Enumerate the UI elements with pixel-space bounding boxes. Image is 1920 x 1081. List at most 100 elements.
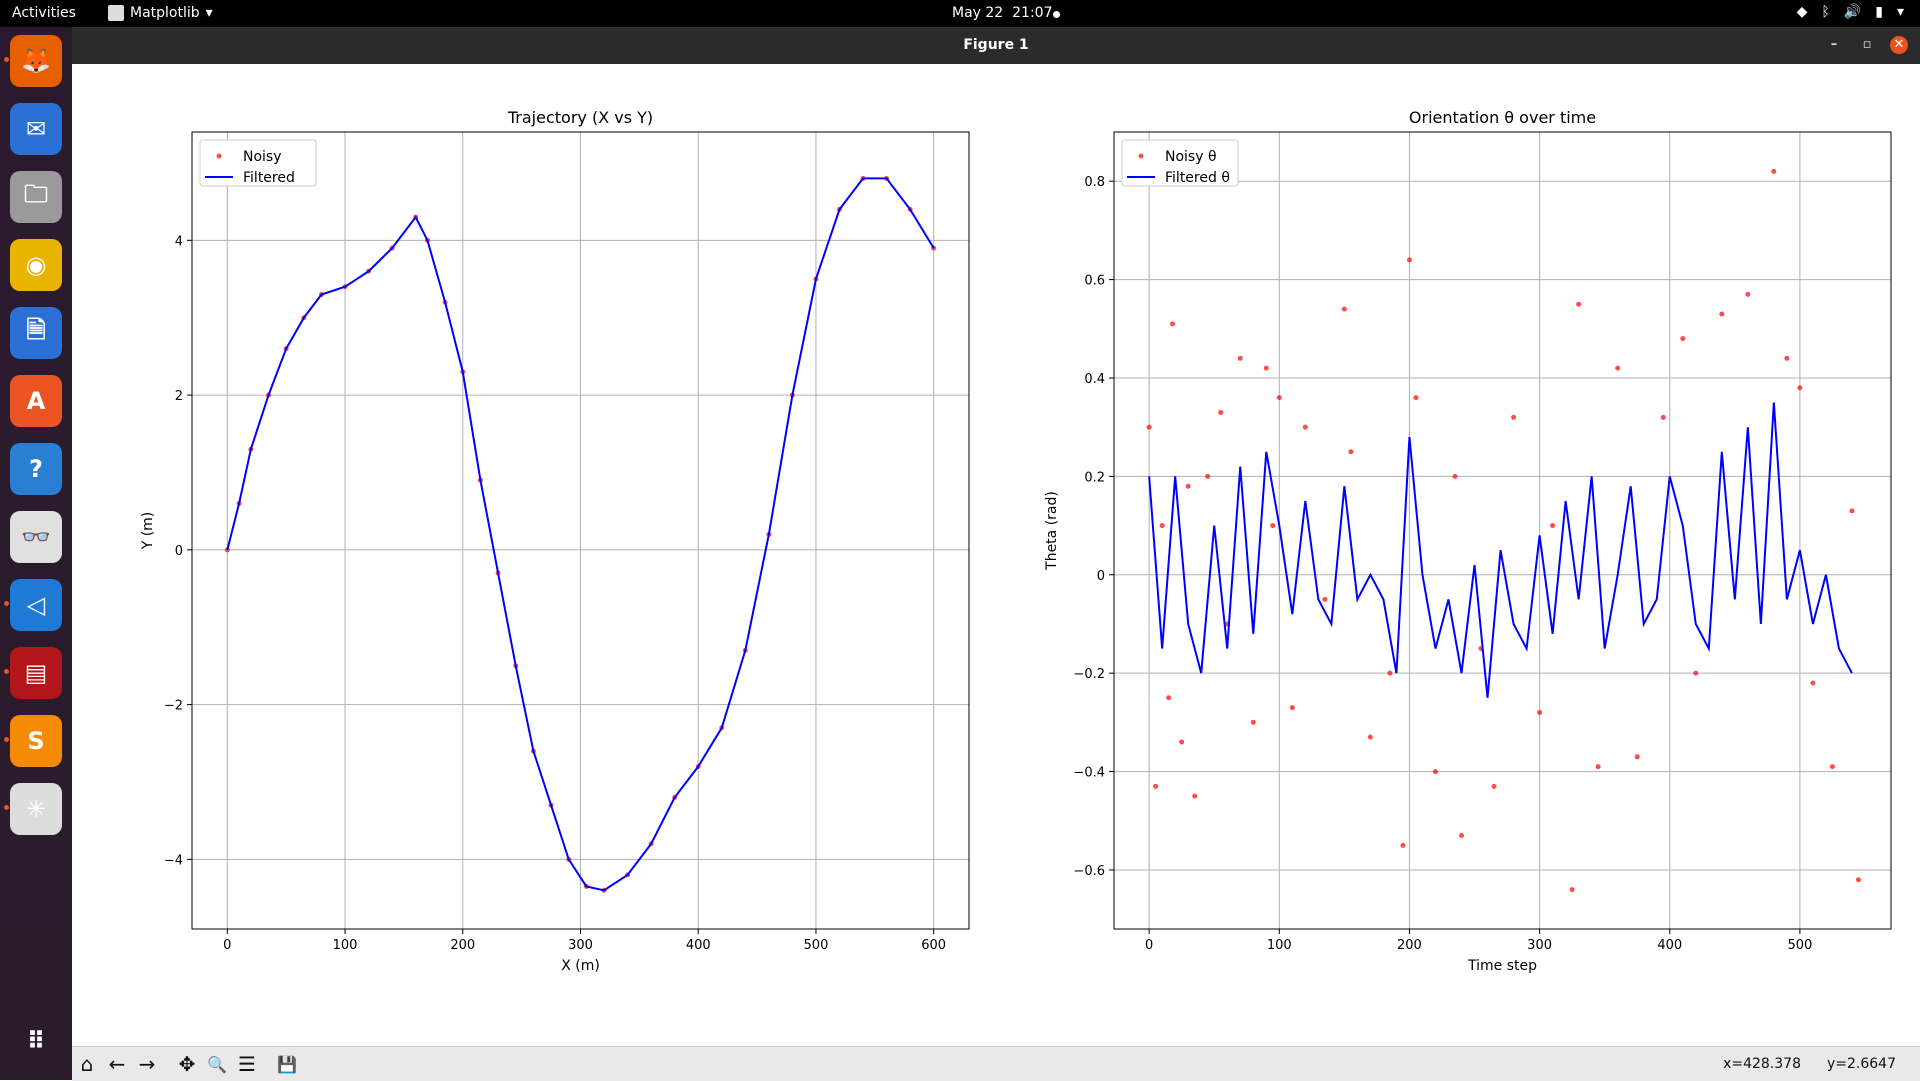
dock-rhythmbox-icon[interactable]: ◉ xyxy=(10,239,62,291)
data-point xyxy=(1660,414,1666,420)
bluetooth-icon: ᛒ xyxy=(1821,4,1830,20)
y-tick-label: −4 xyxy=(164,853,183,868)
running-indicator xyxy=(4,601,9,606)
data-point xyxy=(1550,523,1556,529)
data-point xyxy=(1595,764,1601,770)
system-tray[interactable]: ◆ ᛒ 🔊 ▮ ▾ xyxy=(1797,4,1904,20)
notification-dot-icon xyxy=(1053,11,1060,18)
y-tick-label: −0.4 xyxy=(1073,766,1105,781)
data-point xyxy=(1348,449,1354,455)
y-tick-label: 0.8 xyxy=(1084,175,1105,190)
data-point xyxy=(1400,842,1406,848)
data-point xyxy=(1146,424,1152,430)
data-point xyxy=(1341,306,1347,312)
dock-vscode-icon[interactable]: ◁ xyxy=(4,579,62,631)
dock-files-icon[interactable]: 🗀 xyxy=(10,171,62,223)
cursor-coordinates: x=428.378 y=2.6647 xyxy=(1697,1056,1896,1072)
y-tick-label: −0.6 xyxy=(1073,864,1105,879)
dock-show-apps-icon[interactable]: ⠿ xyxy=(10,1015,62,1067)
x-axis-label: X (m) xyxy=(561,958,600,974)
data-point xyxy=(1452,473,1458,479)
y-tick-label: −2 xyxy=(164,699,183,714)
zoom-button[interactable]: 🔍 xyxy=(204,1052,230,1076)
data-point xyxy=(1153,783,1159,789)
home-button[interactable]: ⌂ xyxy=(74,1052,100,1076)
x-tick-label: 500 xyxy=(1787,938,1812,953)
minimize-button[interactable]: – xyxy=(1825,36,1843,54)
legend: Noisy θ Filtered θ xyxy=(1121,139,1239,187)
chevron-down-icon: ▾ xyxy=(205,5,213,21)
dock-document-viewer-icon[interactable]: 👓 xyxy=(10,511,62,563)
app-menu[interactable]: Matplotlib ▾ xyxy=(108,5,213,21)
data-point xyxy=(1810,680,1816,686)
save-button[interactable]: 💾 xyxy=(274,1052,300,1076)
dock-writer-icon[interactable]: 🗎 xyxy=(10,307,62,359)
data-point xyxy=(1218,409,1224,415)
x-tick-label: 400 xyxy=(686,938,711,953)
data-point xyxy=(1205,473,1211,479)
dock-terminal-icon[interactable]: ▤ xyxy=(4,647,62,699)
window-titlebar[interactable]: Figure 1 – ▫ ✕ xyxy=(72,27,1920,64)
chart-1: 0 100 200 300 400 500 −0.6 −0.4 −0.2 0 0.2 0.4 0.6 0.… xyxy=(1044,108,1892,974)
navigation-toolbar: ⌂ ← → ✥ 🔍 ☰ 💾 x=428.378 y=2.6647 xyxy=(72,1046,1920,1081)
x-tick-label: 200 xyxy=(450,938,475,953)
activities-button[interactable]: Activities xyxy=(12,5,76,21)
data-point xyxy=(1263,365,1269,371)
clock[interactable]: May 22 21:07 xyxy=(952,5,1052,21)
y-axis-label: Theta (rad) xyxy=(1044,491,1060,571)
data-point xyxy=(1719,311,1725,317)
data-point xyxy=(1237,355,1243,361)
data-point xyxy=(1634,754,1640,760)
data-point xyxy=(1250,719,1256,725)
data-point xyxy=(1459,833,1465,839)
data-point xyxy=(1537,710,1543,716)
window-title: Figure 1 xyxy=(963,37,1029,53)
dock-software-icon[interactable]: A xyxy=(10,375,62,427)
y-tick-label: 0 xyxy=(1097,569,1105,584)
running-indicator xyxy=(4,805,9,810)
clock-date: May 22 xyxy=(952,5,1004,21)
y-tick-label: −0.2 xyxy=(1073,667,1105,682)
data-point xyxy=(1576,301,1582,307)
forward-button[interactable]: → xyxy=(134,1052,160,1076)
dock-help-icon[interactable]: ? xyxy=(10,443,62,495)
top-bar: Activities Matplotlib ▾ May 22 21:07 ◆ ᛒ… xyxy=(0,0,1920,27)
x-tick-label: 0 xyxy=(223,938,231,953)
y-tick-label: 0.2 xyxy=(1084,470,1105,485)
x-tick-label: 400 xyxy=(1657,938,1682,953)
dock: 🦊 ✉ 🗀 ◉ 🗎 A? 👓 ◁ ▤ S ✳ ⠿ xyxy=(0,27,72,1080)
data-point xyxy=(1170,321,1176,327)
back-button[interactable]: ← xyxy=(104,1052,130,1076)
data-point xyxy=(1322,596,1328,602)
data-point xyxy=(1569,887,1575,893)
data-point xyxy=(1302,424,1308,430)
data-point xyxy=(1680,336,1686,342)
x-tick-label: 100 xyxy=(333,938,358,953)
y-tick-label: 4 xyxy=(175,234,183,249)
pan-button[interactable]: ✥ xyxy=(174,1052,200,1076)
x-tick-label: 0 xyxy=(1145,938,1153,953)
data-point xyxy=(1289,705,1295,711)
close-button[interactable]: ✕ xyxy=(1890,36,1908,54)
figure-canvas[interactable]: 0 100 200 300 400 500 600 −4 −2 0 2 4 Trajectory (X … xyxy=(72,64,1920,1046)
x-tick-label: 100 xyxy=(1267,938,1292,953)
dock-matplotlib-icon[interactable]: ✳ xyxy=(4,783,62,835)
data-point xyxy=(1855,877,1861,883)
data-point xyxy=(1192,793,1198,799)
legend: Noisy Filtered xyxy=(199,139,317,187)
series-line xyxy=(1148,402,1853,698)
chart-0: 0 100 200 300 400 500 600 −4 −2 0 2 4 Trajectory (X … xyxy=(140,108,970,974)
data-point xyxy=(1615,365,1621,371)
clock-time: 21:07 xyxy=(1012,5,1053,21)
dock-firefox-icon[interactable]: 🦊 xyxy=(4,35,62,87)
data-point xyxy=(1406,257,1412,263)
configure-subplots-button[interactable]: ☰ xyxy=(234,1052,260,1076)
maximize-button[interactable]: ▫ xyxy=(1858,36,1876,54)
x-readout: x=428.378 xyxy=(1723,1056,1801,1072)
data-point xyxy=(1797,385,1803,391)
data-point xyxy=(1771,168,1777,174)
data-point xyxy=(1185,483,1191,489)
figure-svg: 0 100 200 300 400 500 600 −4 −2 0 2 4 Trajectory (X … xyxy=(140,108,1892,974)
dock-sublime-icon[interactable]: S xyxy=(4,715,62,767)
dock-thunderbird-icon[interactable]: ✉ xyxy=(10,103,62,155)
